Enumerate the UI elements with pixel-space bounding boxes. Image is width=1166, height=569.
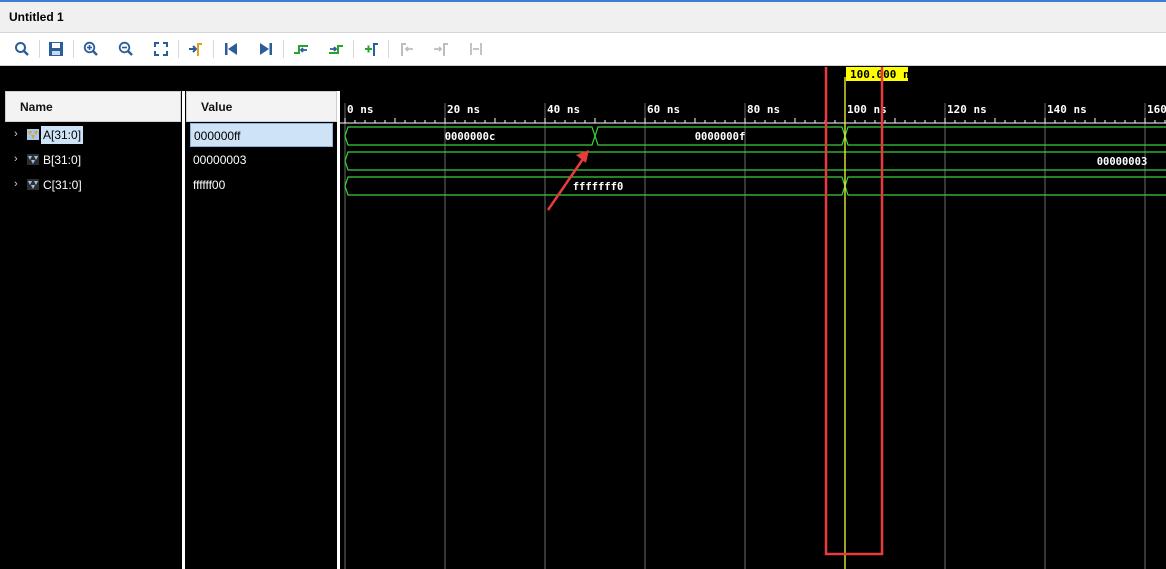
tick-label: 140 ns xyxy=(1047,103,1087,116)
signal-name: C[31:0] xyxy=(43,178,82,192)
swap-cursors-icon xyxy=(465,39,487,59)
signal-value: 000000ff xyxy=(190,123,333,147)
signal-row-b[interactable]: › B[31:0] xyxy=(5,149,181,171)
add-marker-icon[interactable] xyxy=(360,39,382,59)
signal-row-c[interactable]: › C[31:0] xyxy=(5,174,181,196)
tick-label: 40 ns xyxy=(547,103,580,116)
previous-marker-icon xyxy=(395,39,417,59)
bus-value-label: fffffff0 xyxy=(573,181,624,193)
zoom-in-icon[interactable] xyxy=(80,39,102,59)
bus-value-label: 0000000f xyxy=(695,131,746,143)
column-divider[interactable] xyxy=(182,91,185,569)
waveform-pane[interactable]: 0 ns 20 ns 40 ns 60 ns 80 ns 100 ns 120 ns 140 … xyxy=(340,67,1166,569)
bus-value-label: 0000000c xyxy=(445,131,496,143)
tick-label: 20 ns xyxy=(447,103,480,116)
previous-transition-icon[interactable] xyxy=(290,39,312,59)
toolbar xyxy=(0,33,1166,66)
tick-label: 0 ns xyxy=(347,103,374,116)
tick-label: 120 ns xyxy=(947,103,987,116)
tick-label: 80 ns xyxy=(747,103,780,116)
bus-segment-a xyxy=(844,126,1166,146)
signal-value: 00000003 xyxy=(193,153,247,167)
value-column-header[interactable]: Value xyxy=(186,91,337,122)
zoom-fit-icon[interactable] xyxy=(150,39,172,59)
tick-label: 60 ns xyxy=(647,103,680,116)
bus-segment-b xyxy=(344,151,1166,171)
go-to-end-icon[interactable] xyxy=(255,39,277,59)
tick-label: 160 xyxy=(1147,103,1166,116)
bus-value-label: 00000003 xyxy=(1097,156,1148,168)
bus-signal-icon xyxy=(27,154,39,165)
bus-signal-icon xyxy=(27,179,39,190)
signal-name: B[31:0] xyxy=(43,153,82,167)
signal-row-a[interactable]: › A[31:0] xyxy=(5,124,181,146)
waveform-canvas: 0 ns 20 ns 40 ns 60 ns 80 ns 100 ns 120 ns 140 … xyxy=(340,67,1166,569)
go-to-cursor-icon[interactable] xyxy=(185,39,207,59)
save-icon[interactable] xyxy=(45,39,67,59)
signal-value: ffffff00 xyxy=(193,178,226,192)
zoom-out-icon[interactable] xyxy=(115,39,137,59)
next-transition-icon[interactable] xyxy=(325,39,347,59)
expand-chevron-icon[interactable]: › xyxy=(14,128,18,140)
go-to-start-icon[interactable] xyxy=(220,39,242,59)
next-marker-icon xyxy=(430,39,452,59)
name-column-header[interactable]: Name xyxy=(5,91,181,122)
signal-name: A[31:0] xyxy=(41,126,84,144)
expand-chevron-icon[interactable]: › xyxy=(14,178,18,190)
bus-segment-c xyxy=(844,176,1166,196)
annotation-highlight-box xyxy=(824,67,884,556)
window-title: Untitled 1 xyxy=(9,10,64,24)
search-icon[interactable] xyxy=(11,39,33,59)
title-bar: Untitled 1 xyxy=(0,0,1166,33)
bus-signal-icon xyxy=(27,129,39,140)
expand-chevron-icon[interactable]: › xyxy=(14,153,18,165)
